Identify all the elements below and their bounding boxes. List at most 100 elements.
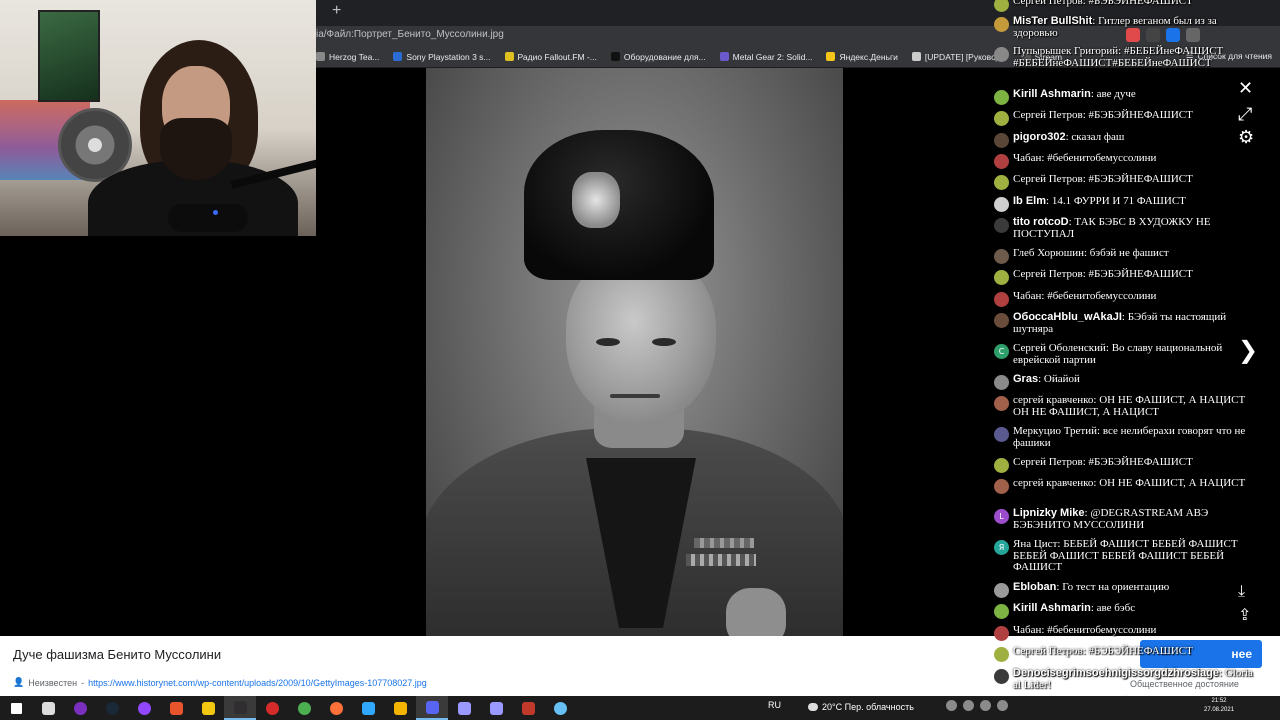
image-title[interactable]: Дуче фашизма Бенито Муссолини — [13, 647, 221, 662]
taskbar-start-icon[interactable] — [0, 696, 32, 720]
taskbar-steam-2-icon[interactable] — [544, 696, 576, 720]
chat-avatar[interactable] — [994, 604, 1009, 619]
chat-username[interactable]: Kirill Ashmarin — [1013, 602, 1091, 614]
chat-username[interactable]: Сергей Петров — [1013, 645, 1083, 657]
image-author: Неизвестен — [28, 677, 78, 688]
taskbar-obs-icon[interactable] — [224, 696, 256, 720]
chat-username[interactable]: Ib Elm — [1013, 195, 1046, 207]
chat-avatar[interactable] — [994, 218, 1009, 233]
chat-username[interactable]: сергей кравченко — [1013, 394, 1093, 406]
chat-avatar[interactable] — [994, 292, 1009, 307]
taskbar-app-yellow-icon[interactable] — [384, 696, 416, 720]
taskbar-task-view-icon[interactable] — [32, 696, 64, 720]
bookmark-item[interactable]: Metal Gear 2: Solid... — [719, 52, 812, 62]
bookmark-item[interactable]: Sony Playstation 3 s... — [393, 52, 491, 62]
chat-avatar[interactable] — [994, 270, 1009, 285]
bookmark-item[interactable]: Яндекс.Деньги — [826, 52, 898, 62]
chat-avatar[interactable]: Я — [994, 540, 1009, 555]
taskbar-steam-icon[interactable] — [96, 696, 128, 720]
chat-username[interactable]: Сергей Петров — [1013, 109, 1083, 121]
chat-avatar[interactable] — [994, 0, 1009, 12]
chat-avatar[interactable] — [994, 197, 1009, 212]
taskbar-app-violet-icon[interactable] — [128, 696, 160, 720]
chat-avatar[interactable] — [994, 375, 1009, 390]
chat-username[interactable]: Чабан — [1013, 624, 1041, 636]
chat-message-body: Сергей Петров: #БЭБЭЙНЕФАШИСТ — [1013, 268, 1193, 281]
chat-avatar[interactable] — [994, 111, 1009, 126]
chat-username[interactable]: Kirill Ashmarin — [1013, 88, 1091, 100]
chat-username[interactable]: Lipnizky Mike — [1013, 507, 1085, 519]
chat-username[interactable]: Сергей Петров — [1013, 173, 1083, 185]
taskbar-premiere-icon[interactable] — [480, 696, 512, 720]
taskbar-app-red-icon[interactable] — [512, 696, 544, 720]
portrait-ribbon — [694, 538, 754, 548]
chat-avatar[interactable] — [994, 154, 1009, 169]
chat-username[interactable]: Сергей Оболенский — [1013, 342, 1106, 354]
chat-username[interactable]: Gras — [1013, 373, 1038, 385]
taskbar-app-orange-icon[interactable] — [160, 696, 192, 720]
webcam-beard — [160, 118, 232, 180]
chat-avatar[interactable] — [994, 479, 1009, 494]
chat-avatar[interactable] — [994, 313, 1009, 328]
chat-username[interactable]: сергей кравченко — [1013, 477, 1093, 489]
viewer-image[interactable] — [426, 68, 843, 636]
chat-avatar[interactable] — [994, 427, 1009, 442]
taskbar-chrome-icon[interactable] — [288, 696, 320, 720]
chat-avatar[interactable] — [994, 647, 1009, 662]
tray-icon[interactable] — [980, 700, 991, 711]
chat-avatar[interactable] — [994, 90, 1009, 105]
portrait-mouth — [610, 394, 660, 398]
chat-username[interactable]: ОбоссаНblu_wAkaJI — [1013, 311, 1122, 323]
chat-message: Чабан: #бебенитобемуссолини — [994, 152, 1256, 169]
chat-avatar[interactable]: С — [994, 344, 1009, 359]
taskbar-explorer-icon[interactable] — [192, 696, 224, 720]
chat-avatar[interactable] — [994, 47, 1009, 62]
chat-username[interactable]: Сергей Петров — [1013, 268, 1083, 280]
chat-avatar[interactable] — [994, 458, 1009, 473]
app-glyph — [73, 701, 87, 715]
chat-avatar[interactable] — [994, 249, 1009, 264]
chat-username[interactable]: MisTer BullShit — [1013, 15, 1092, 27]
chat-avatar[interactable]: L — [994, 509, 1009, 524]
chat-avatar[interactable] — [994, 396, 1009, 411]
chat-message-body: Gras: Ойайой — [1013, 373, 1080, 386]
chat-avatar[interactable] — [994, 175, 1009, 190]
chat-username[interactable]: Denocisegrimsoehnigissorgdzhrosiage — [1013, 667, 1219, 679]
image-source-link[interactable]: https://www.historynet.com/wp-content/up… — [88, 678, 427, 688]
chat-avatar[interactable] — [994, 583, 1009, 598]
chat-username[interactable]: Ebloban — [1013, 581, 1056, 593]
chat-username[interactable]: Глеб Хорюшин — [1013, 247, 1084, 259]
bookmark-item[interactable]: Оборудование для... — [610, 51, 706, 62]
chat-username[interactable]: Сергей Петров — [1013, 456, 1083, 468]
chat-avatar[interactable] — [994, 669, 1009, 684]
input-language[interactable]: RU — [768, 700, 781, 710]
weather-widget[interactable]: 20°C Пер. облачность — [808, 702, 914, 712]
chat-username[interactable]: Пупырышек Григорий — [1013, 45, 1118, 57]
chat-username[interactable]: pigoro302 — [1013, 131, 1066, 143]
chat-username[interactable]: Сергей Петров — [1013, 0, 1083, 7]
clock[interactable]: 21:52 27.08.2021 — [1204, 697, 1234, 715]
bookmark-item[interactable]: Радио Fallout.FM -... — [504, 52, 597, 62]
tray-icon[interactable] — [946, 700, 957, 711]
taskbar-after-effects-icon[interactable] — [448, 696, 480, 720]
tray-icon[interactable] — [963, 700, 974, 711]
chat-username[interactable]: Меркуцио Третий — [1013, 425, 1097, 437]
chat-avatar[interactable] — [994, 133, 1009, 148]
image-source: 👤 Неизвестен - https://www.historynet.co… — [13, 677, 427, 688]
chat-username[interactable]: Чабан — [1013, 152, 1041, 164]
chat-username[interactable]: tito rotcoD — [1013, 216, 1069, 228]
url-text[interactable]: ia/Файл:Портрет_Бенито_Муссолини.jpg — [316, 29, 504, 40]
chat-avatar[interactable] — [994, 626, 1009, 641]
bookmark-item[interactable]: Herzog Tea... — [316, 52, 379, 62]
taskbar-app-purple-icon[interactable] — [64, 696, 96, 720]
new-tab-button[interactable]: + — [332, 2, 341, 20]
chat-username[interactable]: Чабан — [1013, 290, 1041, 302]
chat-username[interactable]: Яна Цист — [1013, 538, 1057, 550]
tray-icon[interactable] — [997, 700, 1008, 711]
taskbar-firefox-icon[interactable] — [320, 696, 352, 720]
taskbar-opera-icon[interactable] — [256, 696, 288, 720]
chat-avatar[interactable] — [994, 17, 1009, 32]
bookmark-label: Оборудование для... — [623, 51, 706, 62]
taskbar-photoshop-icon[interactable] — [352, 696, 384, 720]
taskbar-discord-icon[interactable] — [416, 696, 448, 720]
